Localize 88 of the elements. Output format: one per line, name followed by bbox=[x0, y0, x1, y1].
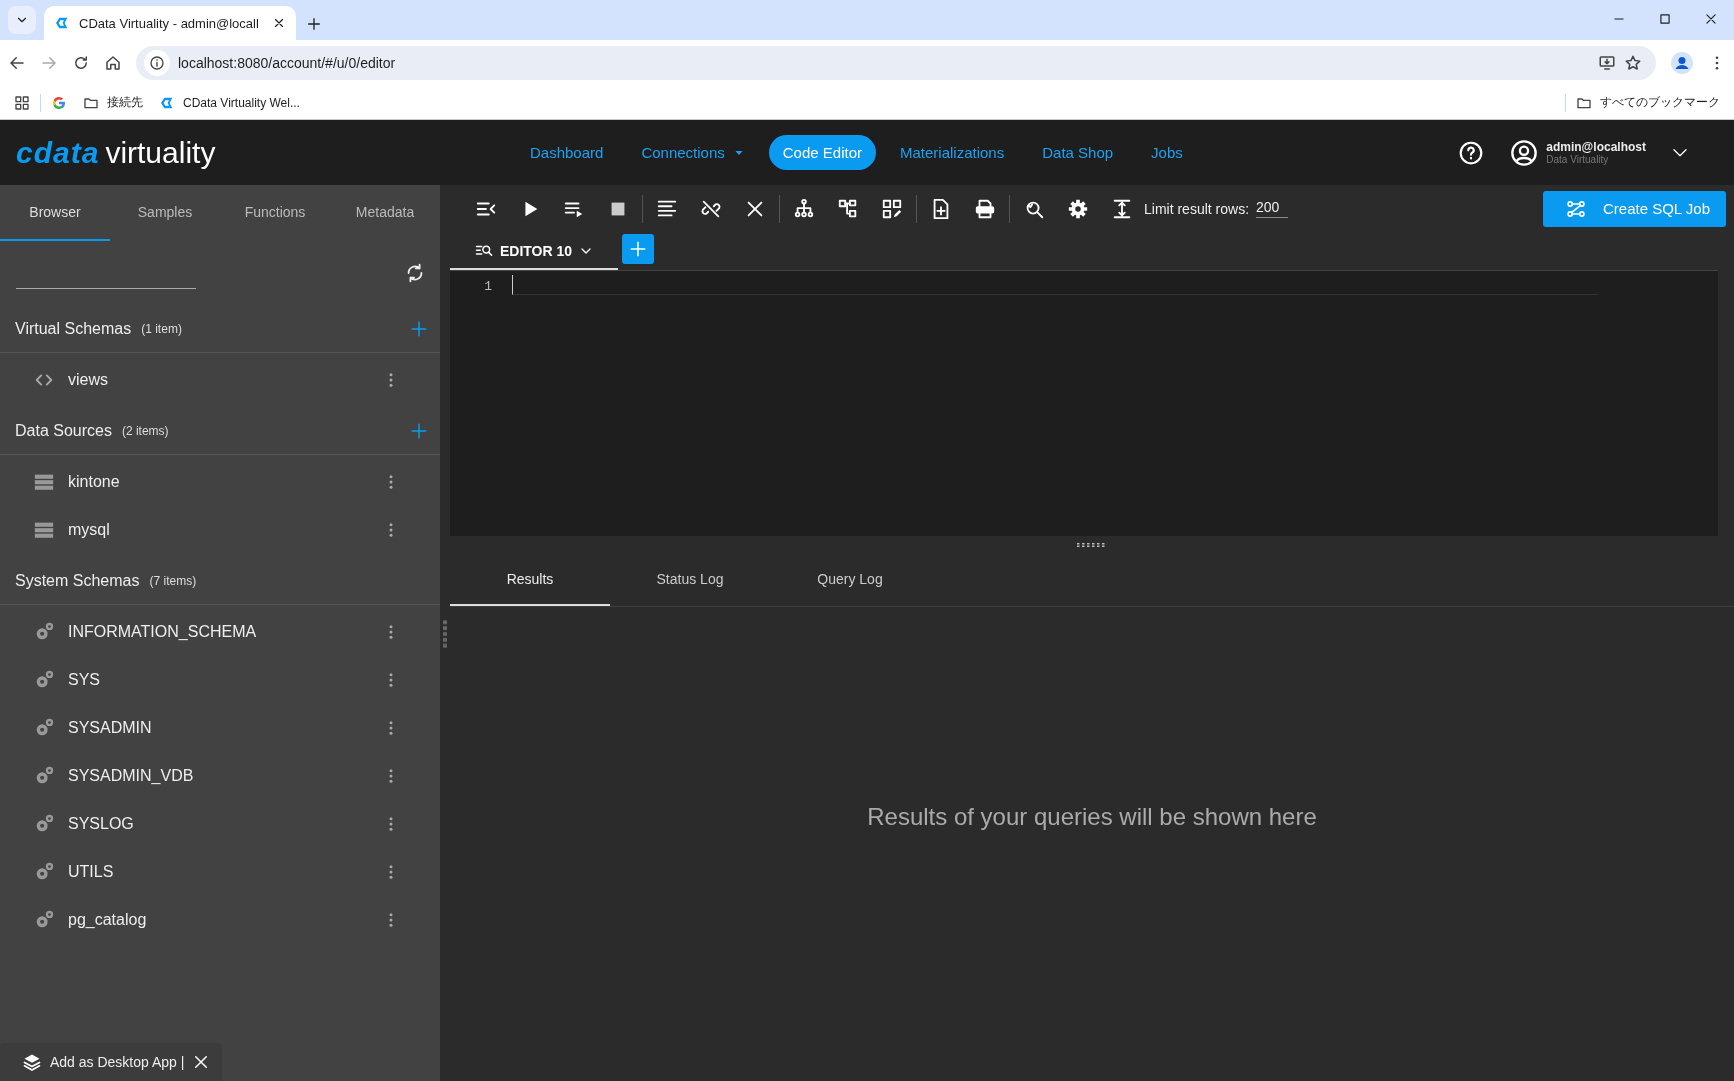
help-icon[interactable] bbox=[1458, 139, 1485, 166]
schema-name: kintone bbox=[68, 473, 121, 491]
all-bookmarks-item[interactable]: すべてのブックマーク bbox=[1576, 94, 1720, 111]
nav-link[interactable]: Connections bbox=[627, 135, 759, 170]
add-icon[interactable] bbox=[410, 421, 428, 440]
bookmark-label: CData Virtuality Wel... bbox=[183, 95, 300, 110]
add-icon[interactable] bbox=[410, 319, 428, 338]
schema-item[interactable]: SYSLOG bbox=[0, 800, 440, 848]
schema-name: SYS bbox=[68, 671, 101, 689]
grid-edit-icon[interactable] bbox=[881, 197, 903, 220]
tab-title: CData Virtuality - admin@locall bbox=[79, 15, 260, 31]
google-icon[interactable] bbox=[51, 94, 67, 111]
back-icon[interactable] bbox=[8, 54, 26, 72]
tree-diagram-icon[interactable] bbox=[837, 197, 859, 220]
schema-name: SYSADMIN bbox=[68, 719, 153, 737]
nav-link[interactable]: Materializations bbox=[886, 135, 1019, 170]
limit-label: Limit result rows: bbox=[1144, 200, 1250, 217]
nav-link[interactable]: Data Shop bbox=[1028, 135, 1128, 170]
bookmark-label: 接続先 bbox=[107, 94, 143, 111]
schema-name: pg_catalog bbox=[68, 911, 148, 929]
section-title: Data Sources bbox=[15, 421, 112, 440]
schema-name: INFORMATION_SCHEMA bbox=[68, 623, 258, 641]
schema-item[interactable]: SYSADMIN bbox=[0, 704, 440, 752]
logo-product: virtuality bbox=[105, 135, 216, 170]
code-editor[interactable]: 1 bbox=[450, 270, 1718, 536]
bookmark-label: すべてのブックマーク bbox=[1600, 94, 1720, 111]
close-icon[interactable] bbox=[1704, 12, 1718, 26]
results-tab[interactable]: Status Log bbox=[610, 554, 770, 606]
limit-input[interactable]: 200 bbox=[1256, 199, 1289, 218]
cdata-logo-icon bbox=[54, 15, 70, 31]
bookmark-item[interactable]: 接続先 bbox=[83, 94, 143, 111]
results-tab[interactable]: Results bbox=[450, 554, 610, 606]
schema-item[interactable]: mysql bbox=[0, 506, 440, 554]
sidebar-tab[interactable]: Samples bbox=[110, 185, 220, 241]
schema-name: SYSADMIN_VDB bbox=[68, 767, 195, 785]
schema-item[interactable]: SYS bbox=[0, 656, 440, 704]
schema-name: UTILS bbox=[68, 863, 115, 881]
new-tab-icon[interactable] bbox=[306, 16, 322, 32]
home-icon[interactable] bbox=[104, 54, 122, 72]
address-bar[interactable]: localhost:8080/account/#/u/0/editor bbox=[136, 46, 1656, 80]
sidebar-tab[interactable]: Browser bbox=[0, 185, 110, 241]
item-count: (2 items) bbox=[121, 423, 169, 438]
schema-item[interactable]: pg_catalog bbox=[0, 896, 440, 944]
item-count: (7 items) bbox=[149, 573, 197, 588]
results-tab[interactable]: Query Log bbox=[770, 554, 930, 606]
nav-link[interactable]: Dashboard bbox=[516, 135, 618, 170]
line-number: 1 bbox=[483, 278, 492, 296]
info-icon bbox=[149, 55, 165, 71]
reload-icon[interactable] bbox=[72, 54, 90, 72]
apps-grid-icon[interactable] bbox=[14, 94, 30, 111]
settings-icon[interactable] bbox=[1067, 197, 1089, 220]
workflow-icon bbox=[1566, 198, 1586, 219]
section-title: Virtual Schemas bbox=[15, 319, 132, 338]
row-height-icon[interactable] bbox=[1111, 197, 1133, 220]
schema-name: views bbox=[68, 371, 109, 389]
layers-icon bbox=[22, 1052, 42, 1072]
schema-item[interactable]: views bbox=[0, 356, 440, 404]
item-count: (1 item) bbox=[141, 321, 182, 336]
nav-link[interactable]: Jobs bbox=[1137, 135, 1197, 170]
schema-item[interactable]: kintone bbox=[0, 458, 440, 506]
add-icon bbox=[629, 240, 647, 258]
user-org: Data Virtuality bbox=[1546, 154, 1610, 165]
site-info-icon[interactable] bbox=[144, 50, 170, 76]
splitter-handle-icon[interactable] bbox=[1077, 542, 1107, 548]
schema-name: mysql bbox=[68, 521, 111, 539]
schema-name: SYSLOG bbox=[68, 815, 135, 833]
schema-item[interactable]: SYSADMIN_VDB bbox=[0, 752, 440, 800]
url-text: localhost:8080/account/#/u/0/editor bbox=[178, 55, 397, 71]
install-label[interactable]: Add as Desktop App | bbox=[50, 1054, 185, 1070]
user-menu[interactable]: admin@localhost Data Virtuality bbox=[1510, 138, 1688, 167]
schema-item[interactable]: INFORMATION_SCHEMA bbox=[0, 608, 440, 656]
sidebar-tab[interactable]: Functions bbox=[220, 185, 330, 241]
user-avatar-icon bbox=[1510, 138, 1539, 167]
schema-item[interactable]: UTILS bbox=[0, 848, 440, 896]
star-icon[interactable] bbox=[1624, 54, 1642, 72]
bookmark-item[interactable]: CData Virtuality Wel... bbox=[159, 94, 300, 111]
install-app-icon[interactable] bbox=[1598, 54, 1616, 72]
maximize-icon[interactable] bbox=[1658, 12, 1672, 26]
profile-avatar-icon[interactable] bbox=[1670, 51, 1694, 75]
section-title: System Schemas bbox=[15, 571, 140, 590]
user-name: admin@localhost bbox=[1546, 140, 1646, 154]
empty-results-message: Results of your queries will be shown here bbox=[867, 803, 1317, 831]
sidebar-tab[interactable]: Metadata bbox=[330, 185, 440, 241]
hierarchy-icon[interactable] bbox=[793, 197, 815, 220]
close-icon[interactable] bbox=[272, 16, 286, 30]
new-editor-button[interactable] bbox=[622, 234, 654, 264]
browser-tab[interactable]: CData Virtuality - admin@locall bbox=[44, 6, 296, 40]
logo-brand: cdata bbox=[16, 135, 100, 170]
